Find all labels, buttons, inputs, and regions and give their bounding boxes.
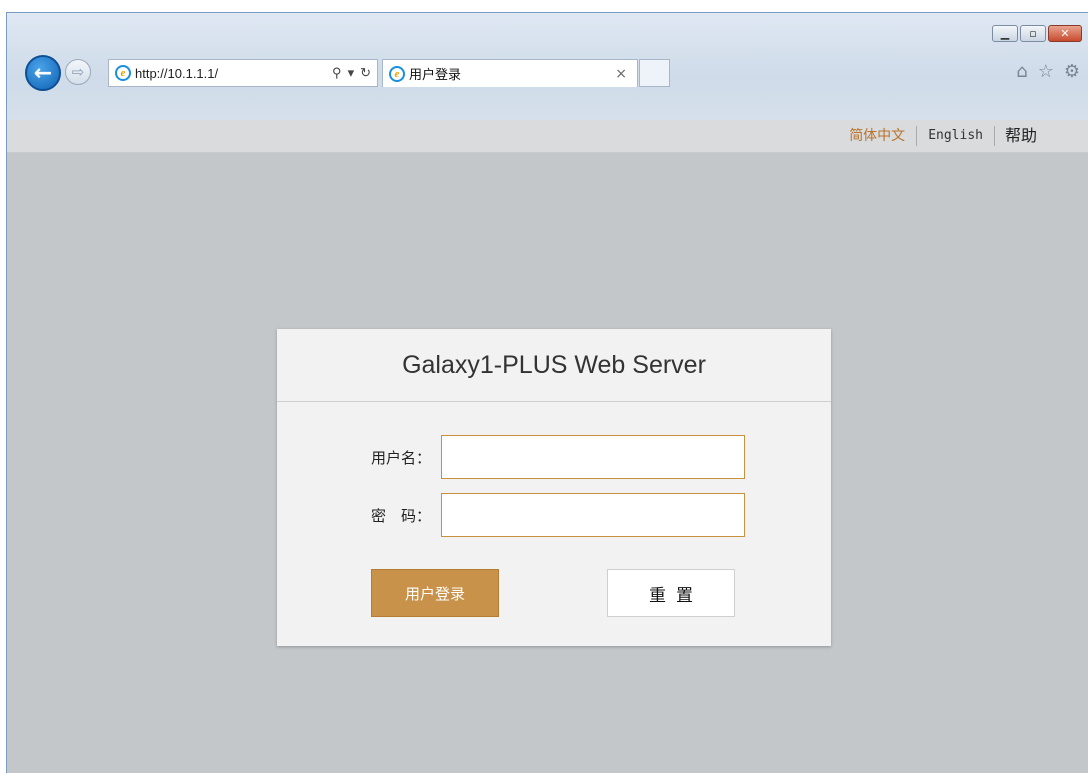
back-arrow-icon: ← (33, 60, 53, 86)
lang-english-link[interactable]: English (916, 126, 995, 146)
reset-button[interactable]: 重置 (607, 569, 735, 617)
home-icon[interactable]: ⌂ (1016, 61, 1027, 82)
search-icon[interactable]: ⚲ (332, 65, 342, 81)
favorites-star-icon[interactable]: ☆ (1038, 61, 1054, 82)
address-url[interactable]: http://10.1.1.1/ (135, 66, 332, 81)
settings-gear-icon[interactable]: ⚙ (1064, 61, 1080, 82)
forward-arrow-icon: ⇨ (71, 63, 85, 81)
password-row: 密 码： (365, 493, 745, 537)
lang-chinese-link[interactable]: 简体中文 (838, 126, 916, 146)
ie-page-icon: e (115, 65, 131, 81)
username-label: 用户名： (370, 448, 431, 467)
password-input[interactable] (441, 493, 745, 537)
browser-tools: ⌂ ☆ ⚙ (1016, 61, 1080, 82)
refresh-icon[interactable]: ↻ (360, 65, 371, 81)
close-window-button[interactable]: ✕ (1048, 25, 1082, 42)
back-button[interactable]: ← (25, 55, 61, 91)
maximize-button[interactable]: ▫ (1020, 25, 1046, 42)
tab-login[interactable]: e 用户登录 × (382, 59, 638, 87)
browser-chrome: ▁ ▫ ✕ ← ⇨ e http://10.1.1.1/ ⚲ ▾ ↻ e 用户登… (7, 13, 1088, 120)
login-panel: Galaxy1-PLUS Web Server 用户名： 密 码： 用户登录 重… (277, 329, 831, 646)
forward-button[interactable]: ⇨ (65, 59, 91, 85)
address-tools: ⚲ ▾ ↻ (332, 65, 377, 81)
new-tab-button[interactable] (639, 59, 670, 87)
tab-title: 用户登录 (409, 68, 462, 83)
browser-window: ▁ ▫ ✕ ← ⇨ e http://10.1.1.1/ ⚲ ▾ ↻ e 用户登… (6, 12, 1088, 773)
address-bar[interactable]: e http://10.1.1.1/ ⚲ ▾ ↻ (108, 59, 378, 87)
window-controls: ▁ ▫ ✕ (992, 25, 1082, 42)
page-content: 简体中文 English 帮助 Galaxy1-PLUS Web Server … (7, 120, 1088, 773)
help-link[interactable]: 帮助 (995, 126, 1048, 146)
login-title: Galaxy1-PLUS Web Server (277, 329, 831, 402)
username-row: 用户名： (365, 435, 745, 479)
username-input[interactable] (441, 435, 745, 479)
tab-close-icon[interactable]: × (615, 66, 637, 82)
login-button[interactable]: 用户登录 (371, 569, 499, 617)
ie-tab-icon: e (389, 65, 405, 82)
minimize-button[interactable]: ▁ (992, 25, 1018, 42)
language-bar: 简体中文 English 帮助 (7, 120, 1088, 153)
dropdown-icon[interactable]: ▾ (348, 65, 355, 81)
password-label: 密 码： (370, 506, 431, 525)
